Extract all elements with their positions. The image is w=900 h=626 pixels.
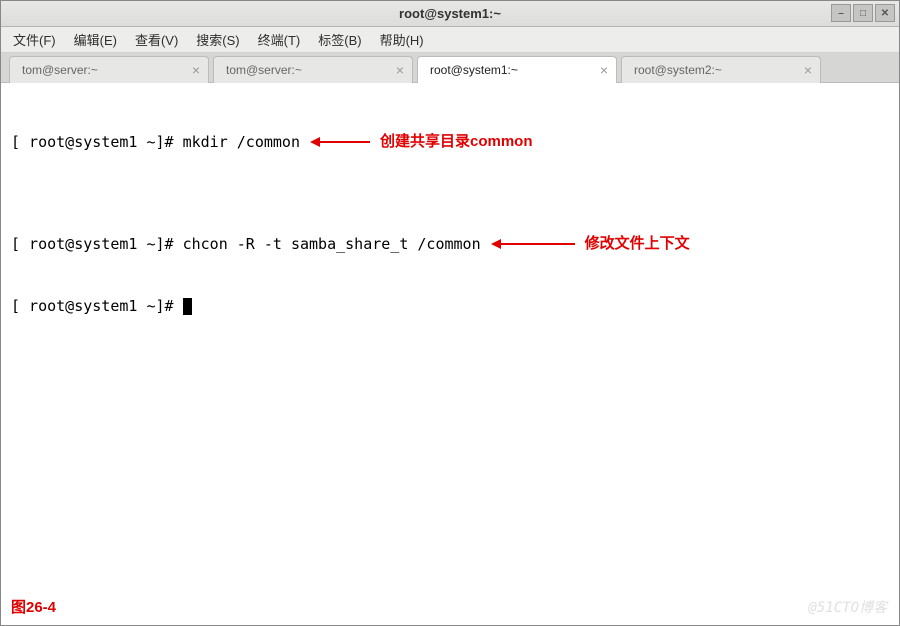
terminal-area[interactable]: [ root@system1 ~]# mkdir /common 创建共享目录c…	[1, 83, 899, 625]
menu-tabs[interactable]: 标签(B)	[312, 27, 367, 52]
menu-file[interactable]: 文件(F)	[7, 27, 62, 52]
tab-2[interactable]: root@system1:~ ×	[417, 56, 617, 83]
window-controls: – □ ✕	[831, 4, 895, 22]
maximize-button[interactable]: □	[853, 4, 873, 22]
tabstrip: tom@server:~ × tom@server:~ × root@syste…	[1, 53, 899, 83]
tab-close-icon[interactable]: ×	[396, 62, 404, 78]
menu-help[interactable]: 帮助(H)	[374, 27, 430, 52]
menu-terminal[interactable]: 终端(T)	[252, 27, 307, 52]
terminal-line-3: [ root@system1 ~]#	[11, 295, 889, 317]
tab-close-icon[interactable]: ×	[804, 62, 812, 78]
tab-label: root@system2:~	[634, 63, 722, 77]
window-titlebar: root@system1:~ – □ ✕	[1, 1, 899, 27]
tab-3[interactable]: root@system2:~ ×	[621, 56, 821, 83]
command: mkdir /common	[183, 131, 300, 153]
arrow-icon	[489, 193, 577, 295]
annotation-1: 创建共享目录common	[380, 131, 533, 153]
menu-edit[interactable]: 编辑(E)	[68, 27, 123, 52]
cursor-icon	[183, 298, 192, 315]
prompt: [ root@system1 ~]#	[11, 131, 183, 153]
tab-label: tom@server:~	[22, 63, 98, 77]
minimize-button[interactable]: –	[831, 4, 851, 22]
tab-close-icon[interactable]: ×	[192, 62, 200, 78]
tab-0[interactable]: tom@server:~ ×	[9, 56, 209, 83]
tab-label: tom@server:~	[226, 63, 302, 77]
terminal-line-1: [ root@system1 ~]# mkdir /common 创建共享目录c…	[11, 91, 889, 193]
menubar: 文件(F) 编辑(E) 查看(V) 搜索(S) 终端(T) 标签(B) 帮助(H…	[1, 27, 899, 53]
window-title: root@system1:~	[399, 6, 501, 21]
menu-view[interactable]: 查看(V)	[129, 27, 184, 52]
figure-label: 图26-4	[11, 597, 56, 619]
arrow-icon	[308, 91, 372, 193]
tab-1[interactable]: tom@server:~ ×	[213, 56, 413, 83]
tab-label: root@system1:~	[430, 63, 518, 77]
watermark: @51CTO博客	[808, 597, 887, 619]
menu-search[interactable]: 搜索(S)	[190, 27, 245, 52]
close-button[interactable]: ✕	[875, 4, 895, 22]
terminal-line-2: [ root@system1 ~]# chcon -R -t samba_sha…	[11, 193, 889, 295]
prompt: [ root@system1 ~]#	[11, 295, 183, 317]
prompt: [ root@system1 ~]#	[11, 233, 183, 255]
annotation-2: 修改文件上下文	[585, 233, 690, 255]
command: chcon -R -t samba_share_t /common	[183, 233, 481, 255]
tab-close-icon[interactable]: ×	[600, 62, 608, 78]
